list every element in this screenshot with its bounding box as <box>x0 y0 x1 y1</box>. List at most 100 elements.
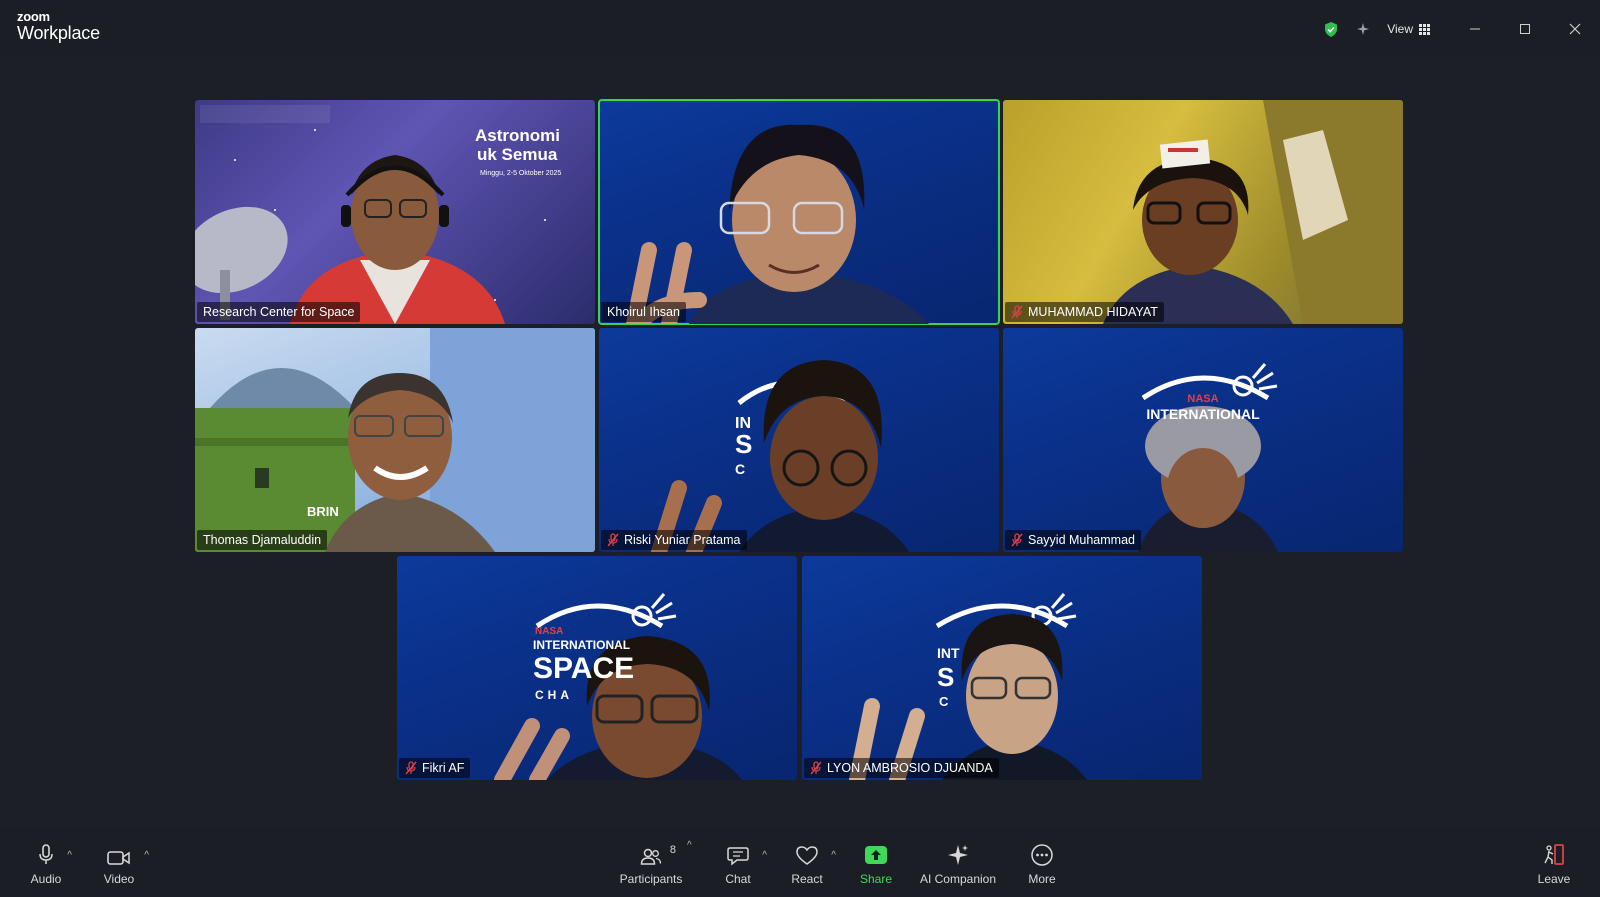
svg-text:C: C <box>939 694 949 709</box>
participants-button[interactable]: 8 Participants <box>617 828 685 897</box>
more-label: More <box>1028 871 1056 886</box>
share-button[interactable]: Share <box>859 828 893 897</box>
ai-sparkle-icon <box>948 844 968 865</box>
svg-text:S: S <box>937 662 954 692</box>
ai-companion-label: AI Companion <box>919 871 997 886</box>
title-bar: zoom Workplace View <box>0 0 1600 59</box>
muted-mic-icon <box>607 533 619 547</box>
video-scene <box>1103 100 1403 324</box>
participant-name-tag: Thomas Djamaluddin <box>197 530 328 550</box>
view-button[interactable]: View <box>1387 22 1430 36</box>
video-tile[interactable]: MUHAMMAD HIDAYAT <box>1003 100 1403 324</box>
video-tile[interactable]: NASA INTERNATIONAL SPACE CHA Fikri AF <box>397 556 797 780</box>
bg-title-2: uk Semua <box>477 145 558 164</box>
leave-door-icon <box>1544 843 1564 865</box>
react-label: React <box>791 871 823 886</box>
space-label: SPACE <box>533 652 635 685</box>
participant-name-tag: LYON AMBROSIO DJUANDA <box>804 758 999 778</box>
video-scene: IN S C <box>651 360 909 552</box>
video-scene: INT S C <box>849 593 1087 780</box>
audio-button[interactable]: ^ Audio <box>26 828 72 897</box>
close-icon <box>1569 23 1581 35</box>
participant-name: Research Center for Space <box>203 305 355 319</box>
shield-check-icon[interactable] <box>1323 21 1339 37</box>
share-screen-icon <box>865 845 887 864</box>
video-tile[interactable]: IN S C Riski Yuniar Pratama <box>599 328 999 552</box>
nasa-label: NASA <box>535 626 564 637</box>
maximize-icon <box>1520 24 1530 34</box>
maximize-button[interactable] <box>1500 0 1550 58</box>
video-tile[interactable]: NASA INTERNATIONAL Sayyid Muhammad <box>1003 328 1403 552</box>
participants-label: Participants <box>619 871 683 886</box>
participant-name-tag: MUHAMMAD HIDAYAT <box>1005 302 1164 322</box>
video-options-caret[interactable]: ^ <box>144 850 149 861</box>
video-button[interactable]: ^ Video <box>99 828 149 897</box>
video-tile[interactable]: BRIN Thomas Djamaluddin <box>195 328 595 552</box>
video-tile[interactable]: Astronomi uk Semua Minggu, 2-5 Oktober 2… <box>195 100 595 324</box>
participant-name: Sayyid Muhammad <box>1028 533 1135 547</box>
video-scene <box>195 328 595 552</box>
video-scene <box>626 124 929 324</box>
participant-name: Thomas Djamaluddin <box>203 533 322 547</box>
video-label: Video <box>103 871 135 886</box>
chat-label: Chat <box>725 871 751 886</box>
zoom-logo: zoom Workplace <box>17 10 100 42</box>
challenge-label: CHA <box>535 688 573 702</box>
brand-top: zoom <box>17 9 50 24</box>
minimize-icon <box>1470 28 1480 30</box>
close-button[interactable] <box>1550 0 1600 58</box>
svg-text:S: S <box>735 429 752 459</box>
heart-icon <box>796 845 818 865</box>
participant-name-tag: Sayyid Muhammad <box>1005 530 1141 550</box>
svg-text:C: C <box>735 461 745 477</box>
video-tile-active-speaker[interactable]: Khoirul Ihsan <box>598 99 1000 325</box>
brand-bottom: Workplace <box>17 23 100 43</box>
muted-mic-icon <box>1011 533 1023 547</box>
participant-name-tag: Riski Yuniar Pratama <box>601 530 747 550</box>
brin-label: BRIN <box>307 504 339 519</box>
bg-date: Minggu, 2-5 Oktober 2025 <box>480 170 562 177</box>
sparkle-icon[interactable] <box>1355 21 1371 37</box>
participants-count: 8 <box>669 843 676 856</box>
svg-text:INT: INT <box>937 645 960 661</box>
react-options-caret[interactable]: ^ <box>831 850 836 861</box>
video-tile[interactable]: INT S C LYON AMBROSIO DJUANDA <box>802 556 1202 780</box>
react-button[interactable]: ^ React <box>788 828 836 897</box>
participant-name: LYON AMBROSIO DJUANDA <box>827 761 993 775</box>
participant-name-tag: Research Center for Space <box>197 302 361 322</box>
minimize-button[interactable] <box>1450 0 1500 58</box>
chat-options-caret[interactable]: ^ <box>762 850 767 861</box>
muted-mic-icon <box>1011 305 1023 319</box>
share-label: Share <box>859 871 893 886</box>
participant-name: Khoirul Ihsan <box>607 305 680 319</box>
chat-button[interactable]: ^ Chat <box>720 828 767 897</box>
video-gallery: Astronomi uk Semua Minggu, 2-5 Oktober 2… <box>0 58 1600 828</box>
audio-options-caret[interactable]: ^ <box>67 850 72 861</box>
muted-mic-icon <box>810 761 822 775</box>
international-label: INTERNATIONAL <box>533 638 631 652</box>
participants-icon <box>640 848 662 865</box>
muted-mic-icon <box>405 761 417 775</box>
video-camera-icon <box>107 850 130 865</box>
bg-title-1: Astronomi <box>475 126 560 145</box>
more-icon <box>1031 843 1053 866</box>
microphone-icon <box>39 843 53 864</box>
ai-companion-button[interactable]: AI Companion <box>918 828 998 897</box>
video-scene <box>1138 363 1278 552</box>
leave-label: Leave <box>1537 871 1571 886</box>
grid-icon <box>1419 23 1430 35</box>
more-button[interactable]: More <box>1024 828 1060 897</box>
meeting-controls: ^ Audio ^ Video 8 Participants ^ ^ Chat … <box>0 828 1600 897</box>
participant-name: MUHAMMAD HIDAYAT <box>1028 305 1158 319</box>
international-label: INTERNATIONAL <box>1146 406 1260 422</box>
participant-name-tag: Khoirul Ihsan <box>601 302 686 322</box>
participant-name: Fikri AF <box>422 761 465 775</box>
participant-name-tag: Fikri AF <box>399 758 471 778</box>
participants-options-caret[interactable]: ^ <box>687 840 692 851</box>
leave-button[interactable]: Leave <box>1534 828 1574 897</box>
chat-icon <box>727 846 749 866</box>
view-label: View <box>1387 22 1413 36</box>
audio-label: Audio <box>30 871 62 886</box>
participant-name: Riski Yuniar Pratama <box>624 533 741 547</box>
nasa-label: NASA <box>1187 393 1219 405</box>
